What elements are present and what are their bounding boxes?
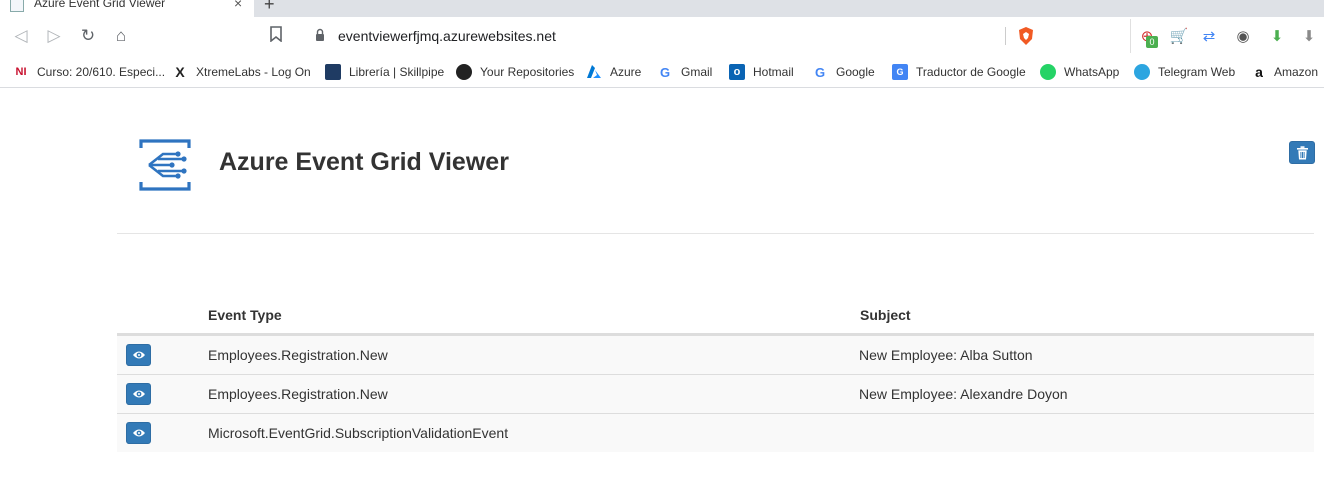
translate-extension-icon[interactable]: ⇄ [1199,27,1219,47]
bookmark-skillpipe[interactable]: Librería | Skillpipe [325,63,444,81]
omnibox-divider [1005,27,1006,45]
subject-cell: New Employee: Alexandre Doyon [859,386,1068,402]
outlook-icon: o [729,64,745,80]
cart-extension-icon[interactable]: 🛒 [1169,27,1189,47]
eye-icon [133,429,145,437]
event-type-cell: Employees.Registration.New [208,347,388,363]
azure-icon [586,64,602,80]
book-icon [325,64,341,80]
column-header-event-type: Event Type [208,307,282,323]
bookmark-translate[interactable]: G Traductor de Google [892,63,1026,81]
telegram-icon [1134,64,1150,80]
ni-logo-icon: NI [15,66,27,78]
bookmark-label: WhatsApp [1064,65,1120,79]
tab-strip: Azure Event Grid Viewer × + [0,0,1324,17]
new-tab-button[interactable]: + [264,0,275,15]
bookmark-azure[interactable]: Azure [586,63,641,81]
subject-cell: New Employee: Alba Sutton [859,347,1033,363]
bookmark-label: Amazon [1274,65,1319,79]
bookmark-hotmail[interactable]: o Hotmail [729,63,794,81]
bookmarks-bar: NI Curso: 20/610. Especi... X XtremeLabs… [0,55,1324,88]
table-row: Microsoft.EventGrid.SubscriptionValidati… [117,413,1314,452]
extensions-area: ⊕ 🛒 ⇄ ◉ ⬇ ⬇ [1130,19,1324,53]
browser-toolbar: ◁ ▷ ↻ ⌂ eventviewerfjmq.azurewebsites.ne… [0,17,1324,55]
eye-icon [133,390,145,398]
amazon-icon: a [1255,64,1263,80]
whatsapp-icon [1040,64,1056,80]
event-grid-logo-icon [139,139,191,191]
table-row: Employees.Registration.New New Employee:… [117,335,1314,374]
event-type-cell: Microsoft.EventGrid.SubscriptionValidati… [208,425,509,441]
lock-icon [316,28,324,41]
event-type-cell: Employees.Registration.New [208,386,388,402]
events-table: Event Type Subject Employees.Registratio… [117,296,1314,452]
bookmark-github[interactable]: Your Repositories [456,63,574,81]
bookmark-label: Librería | Skillpipe [349,65,445,79]
browser-tab[interactable]: Azure Event Grid Viewer × [0,0,254,17]
bookmark-page-icon[interactable] [270,26,282,47]
download-grey-extension-icon[interactable]: ⬇ [1299,27,1319,47]
page-favicon-icon [10,0,24,12]
bookmark-label: Your Repositories [480,65,575,79]
view-event-button[interactable] [126,344,151,366]
bookmark-telegram[interactable]: Telegram Web [1134,63,1235,81]
bookmark-label: Google [836,65,875,79]
view-event-button[interactable] [126,383,151,405]
bookmark-xtremelabs[interactable]: X XtremeLabs - Log On [172,63,311,81]
bookmark-label: Gmail [681,65,713,79]
column-header-subject: Subject [860,307,911,323]
address-bar[interactable]: eventviewerfjmq.azurewebsites.net [303,22,1045,50]
back-icon[interactable]: ◁ [10,25,32,47]
film-extension-icon[interactable]: ◉ [1233,27,1253,47]
bookmark-gmail[interactable]: G Gmail [657,63,712,81]
table-header-row: Event Type Subject [117,296,1314,335]
brave-shield-icon[interactable] [1017,26,1035,46]
xtremelabs-icon: X [175,64,185,80]
bookmark-curso[interactable]: NI Curso: 20/610. Especi... [11,63,166,81]
bookmark-label: XtremeLabs - Log On [196,65,311,79]
forward-icon[interactable]: ▷ [43,25,65,47]
page-title: Azure Event Grid Viewer [219,148,509,176]
home-icon[interactable]: ⌂ [110,25,132,47]
bookmark-label: Traductor de Google [916,65,1026,79]
eye-icon [133,351,145,359]
google-g-icon: G [814,64,826,80]
google-g-icon: G [659,64,671,80]
clear-events-button[interactable] [1289,141,1315,164]
bookmark-label: Telegram Web [1158,65,1236,79]
github-icon [456,64,472,80]
trash-icon [1297,146,1308,160]
bookmark-label: Hotmail [753,65,794,79]
extension-badge: 0 [1146,36,1158,48]
download-green-extension-icon[interactable]: ⬇ [1267,27,1287,47]
bookmark-amazon[interactable]: a Amazon [1251,63,1318,81]
url-text: eventviewerfjmq.azurewebsites.net [338,28,556,44]
view-event-button[interactable] [126,422,151,444]
bookmark-label: Azure [610,65,642,79]
bookmark-whatsapp[interactable]: WhatsApp [1040,63,1119,81]
tab-close-icon[interactable]: × [234,0,242,11]
translate-icon: G [892,64,908,80]
tab-title: Azure Event Grid Viewer [34,0,166,10]
page-header: Azure Event Grid Viewer [117,120,1315,234]
bookmark-google[interactable]: G Google [812,63,875,81]
bookmark-label: Curso: 20/610. Especi... [37,65,166,79]
reload-icon[interactable]: ↻ [77,25,99,47]
table-row: Employees.Registration.New New Employee:… [117,374,1314,413]
